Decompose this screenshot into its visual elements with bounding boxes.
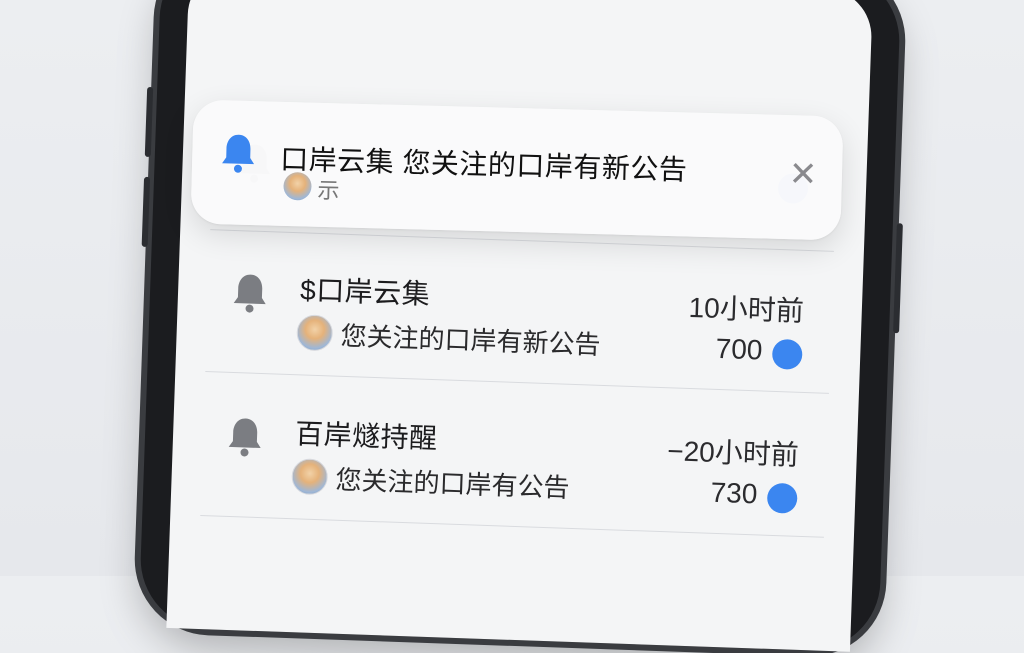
- notification-subtitle: 您关注的口岸有新公告: [340, 320, 602, 360]
- unread-dot: [771, 338, 803, 370]
- banner-subtitle: 示: [317, 177, 340, 204]
- notification-time: −20小时前: [666, 435, 800, 471]
- phone-frame: $口岸云集 您关注的口岸有新公告 10小时前 700 百岸燧持醒 您关注的口岸有…: [138, 0, 903, 653]
- phone-screen: $口岸云集 您关注的口岸有新公告 10小时前 700 百岸燧持醒 您关注的口岸有…: [166, 0, 874, 652]
- avatar: [283, 171, 312, 201]
- notification-title: 百岸燧持醒: [294, 418, 439, 455]
- notification-title: $口岸云集: [299, 274, 431, 310]
- bell-icon: [222, 134, 255, 173]
- bell-icon: [233, 274, 266, 313]
- bell-icon: [228, 418, 261, 457]
- notification-banner[interactable]: 口岸云集 您关注的口岸有新公告 示 ✕: [190, 99, 844, 241]
- power-button: [893, 223, 903, 334]
- close-icon[interactable]: ✕: [788, 155, 819, 194]
- volume-down-button: [141, 176, 151, 247]
- notification-subtitle: 您关注的口岸有公告: [335, 464, 571, 503]
- volume-up-button: [144, 86, 154, 158]
- avatar: [296, 314, 334, 352]
- notification-count: 700: [715, 332, 763, 366]
- list-item[interactable]: $口岸云集 您关注的口岸有新公告 10小时前 700: [215, 247, 823, 388]
- notification-time: 10小时前: [688, 291, 805, 327]
- unread-dot: [766, 482, 798, 514]
- avatar: [291, 458, 329, 496]
- notification-count: 730: [710, 476, 758, 510]
- banner-title: 口岸云集 您关注的口岸有新公告: [279, 143, 688, 186]
- list-item[interactable]: 百岸燧持醒 您关注的口岸有公告 −20小时前 730: [210, 391, 818, 532]
